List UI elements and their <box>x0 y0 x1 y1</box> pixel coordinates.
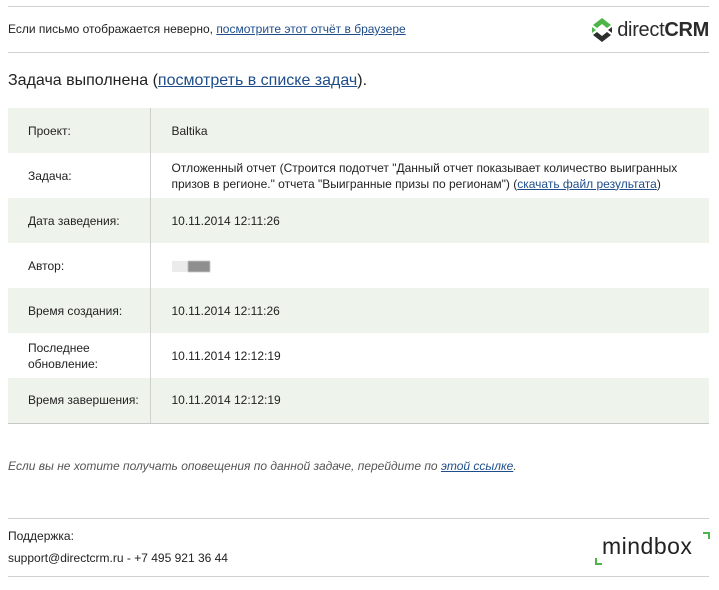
task-status-heading: Задача выполнена (посмотреть в списке за… <box>8 72 367 90</box>
bottom-divider <box>8 576 709 577</box>
table-row: Задача: Отложенный отчет (Строится подот… <box>8 153 709 198</box>
view-in-browser-link[interactable]: посмотрите этот отчёт в браузере <box>216 22 405 36</box>
last-update-value: 10.11.2014 12:12:19 <box>150 333 709 378</box>
mindbox-logo-text: mindbox <box>602 533 693 559</box>
directcrm-logo-text: directCRM <box>617 19 709 42</box>
created-date-value: 10.11.2014 12:11:26 <box>150 198 709 243</box>
task-value-suffix: ) <box>656 176 661 191</box>
creation-time-value: 10.11.2014 12:11:26 <box>150 288 709 333</box>
logo-text-crm: CRM <box>664 18 709 41</box>
table-row: Последнее обновление: 10.11.2014 12:12:1… <box>8 333 709 378</box>
unsubscribe-link[interactable]: этой ссылке <box>441 459 513 473</box>
creation-time-label: Время создания: <box>8 288 151 333</box>
task-label: Задача: <box>8 153 151 198</box>
support-contact: support@directcrm.ru - +7 495 921 36 44 <box>8 551 228 565</box>
table-row: Время завершения: 10.11.2014 12:12:19 <box>8 378 709 424</box>
heading-text: Задача выполнена ( <box>8 72 158 89</box>
view-task-list-link[interactable]: посмотреть в списке задач <box>158 72 357 89</box>
header-divider <box>8 52 709 53</box>
completion-time-value: 10.11.2014 12:12:19 <box>150 378 709 424</box>
browser-note-text: Если письмо отображается неверно, <box>8 22 217 36</box>
directcrm-logo[interactable]: directCRM <box>590 15 709 45</box>
table-row: Дата заведения: 10.11.2014 12:11:26 <box>8 198 709 243</box>
logo-text-direct: direct <box>617 18 665 41</box>
author-value <box>150 243 709 288</box>
support-phone: +7 495 921 36 44 <box>134 551 228 565</box>
table-row: Проект: Baltika <box>8 108 709 153</box>
footer-divider <box>8 518 709 519</box>
task-value: Отложенный отчет (Строится подотчет "Дан… <box>150 153 709 198</box>
unsubscribe-text: Если вы не хотите получать оповещения по… <box>8 459 441 473</box>
last-update-label: Последнее обновление: <box>8 333 151 378</box>
author-label: Автор: <box>8 243 151 288</box>
project-label: Проект: <box>8 108 151 153</box>
completion-time-label: Время завершения: <box>8 378 151 424</box>
author-redacted <box>171 260 210 272</box>
mindbox-corner-icon <box>703 532 710 539</box>
support-email[interactable]: support@directcrm.ru <box>8 551 124 565</box>
table-row: Время создания: 10.11.2014 12:11:26 <box>8 288 709 333</box>
created-date-label: Дата заведения: <box>8 198 151 243</box>
heading-suffix: ). <box>357 72 368 89</box>
unsubscribe-note: Если вы не хотите получать оповещения по… <box>8 459 517 473</box>
email-header: Если письмо отображается неверно, посмот… <box>8 0 709 52</box>
browser-note: Если письмо отображается неверно, посмот… <box>8 22 406 36</box>
task-details-table: Проект: Baltika Задача: Отложенный отчет… <box>8 108 709 424</box>
support-label: Поддержка: <box>8 529 74 543</box>
support-separator: - <box>123 551 135 565</box>
table-row: Автор: <box>8 243 709 288</box>
project-value: Baltika <box>150 108 709 153</box>
mindbox-logo[interactable]: mindbox <box>595 529 710 565</box>
download-result-link[interactable]: скачать файл результата <box>517 177 657 191</box>
directcrm-logo-icon <box>592 18 613 42</box>
mindbox-corner-icon <box>595 558 602 565</box>
unsubscribe-suffix: . <box>513 459 517 473</box>
